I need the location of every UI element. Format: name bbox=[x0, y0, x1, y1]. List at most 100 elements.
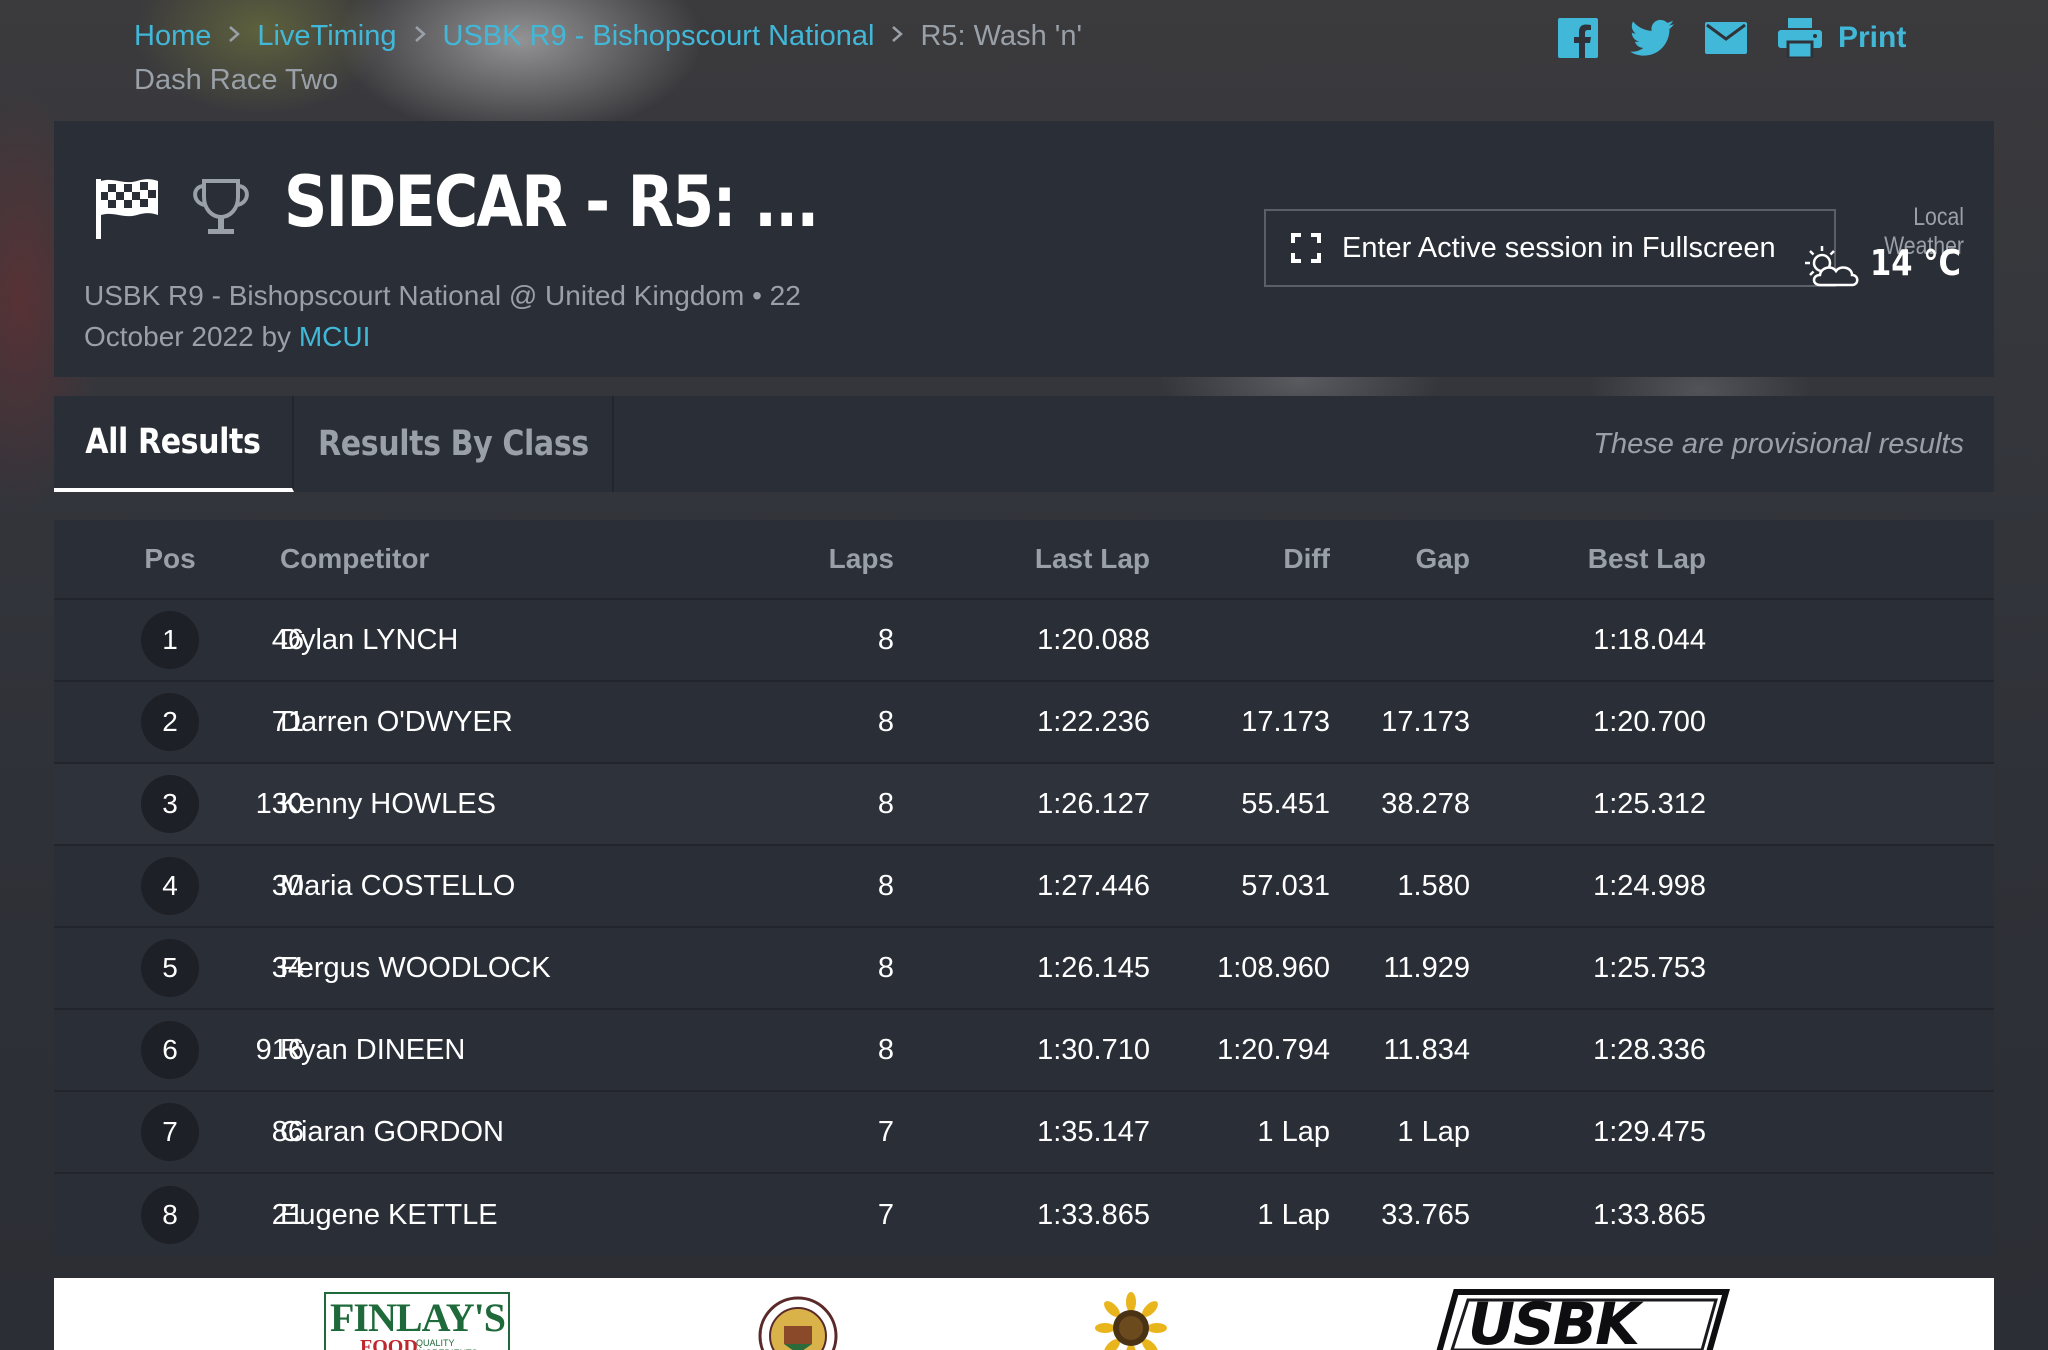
position-badge: 3 bbox=[141, 775, 199, 833]
trophy-icon bbox=[193, 179, 249, 234]
fullscreen-icon bbox=[1291, 233, 1321, 263]
best-lap: 1:18.044 bbox=[1593, 623, 1706, 656]
diff bbox=[1184, 600, 1330, 680]
tab-results-by-class-label: Results By Class bbox=[317, 424, 589, 464]
gap: 11.929 bbox=[1383, 951, 1470, 984]
competitor-name: Kenny HOWLES bbox=[280, 787, 496, 820]
diff: 57.031 bbox=[1241, 869, 1330, 902]
last-lap: 1:26.127 bbox=[1037, 787, 1150, 820]
competitor-name: Ryan DINEEN bbox=[280, 1033, 466, 1066]
finlays-food-logo[interactable]: FINLAY'S FOOD QUALITY INGREDIENTS bbox=[324, 1292, 510, 1350]
best-lap: 1:29.475 bbox=[1593, 1115, 1706, 1148]
table-row[interactable]: 2 71 Darren O'DWYER 8 1:22.236 17.173 17… bbox=[54, 682, 1994, 764]
best-lap: 1:25.312 bbox=[1593, 787, 1706, 820]
pos-cell: 2 bbox=[128, 682, 212, 762]
tab-all-results[interactable]: All Results bbox=[54, 396, 294, 492]
pos-cell: 7 bbox=[128, 1092, 212, 1172]
fullscreen-button[interactable]: Enter Active session in Fullscreen bbox=[1264, 209, 1836, 287]
table-row[interactable]: 1 46 Dylan LYNCH 8 1:20.088 1:18.044 bbox=[54, 600, 1994, 682]
competitor-name: Darren O'DWYER bbox=[280, 705, 513, 738]
gap: 1 Lap bbox=[1397, 1115, 1470, 1148]
gap bbox=[1354, 600, 1470, 680]
best-lap: 1:33.865 bbox=[1593, 1198, 1706, 1231]
table-row[interactable]: 7 86 Ciaran GORDON 7 1:35.147 1 Lap 1 La… bbox=[54, 1092, 1994, 1174]
finlays-logo-sub: FOOD bbox=[360, 1336, 418, 1350]
gap: 38.278 bbox=[1381, 787, 1470, 820]
results-table: Pos Competitor Laps Last Lap Diff Gap Be… bbox=[54, 520, 1994, 1256]
best-lap: 1:25.753 bbox=[1593, 951, 1706, 984]
chevron-right-icon bbox=[414, 26, 426, 43]
position-badge: 7 bbox=[141, 1103, 199, 1161]
results-tabs: All Results Results By Class These are p… bbox=[54, 396, 1994, 492]
header-best-lap[interactable]: Best Lap bbox=[1524, 520, 1706, 598]
tab-results-by-class[interactable]: Results By Class bbox=[294, 396, 614, 492]
partly-cloudy-icon bbox=[1805, 246, 1859, 287]
gap: 17.173 bbox=[1381, 705, 1470, 738]
twitter-icon[interactable] bbox=[1630, 16, 1674, 60]
share-bar: Print bbox=[1556, 14, 1906, 62]
table-row[interactable]: 5 34 Fergus WOODLOCK 8 1:26.145 1:08.960… bbox=[54, 928, 1994, 1010]
laps: 7 bbox=[877, 1198, 894, 1231]
weather-temperature: 14 °C bbox=[1870, 243, 1962, 284]
email-icon[interactable] bbox=[1704, 16, 1748, 60]
print-icon[interactable] bbox=[1778, 16, 1822, 60]
table-row[interactable]: 6 916 Ryan DINEEN 8 1:30.710 1:20.794 11… bbox=[54, 1010, 1994, 1092]
finlays-logo-tag: QUALITY INGREDIENTS bbox=[416, 1338, 478, 1350]
gap: 33.765 bbox=[1381, 1198, 1470, 1231]
chevron-right-icon bbox=[229, 26, 241, 43]
session-title: SIDECAR - R5: ... bbox=[284, 161, 819, 243]
position-badge: 5 bbox=[141, 939, 199, 997]
pos-cell: 5 bbox=[128, 928, 212, 1008]
diff: 1 Lap bbox=[1257, 1115, 1330, 1148]
breadcrumb-event[interactable]: USBK R9 - Bishopscourt National bbox=[443, 20, 875, 52]
gap: 11.834 bbox=[1383, 1033, 1470, 1066]
pos-cell: 8 bbox=[128, 1174, 212, 1256]
best-lap: 1:20.700 bbox=[1593, 705, 1706, 738]
fullscreen-label: Enter Active session in Fullscreen bbox=[1342, 231, 1776, 264]
laps: 8 bbox=[877, 705, 894, 738]
competitor-name: Eugene KETTLE bbox=[280, 1198, 498, 1231]
table-row[interactable]: 3 130 Kenny HOWLES 8 1:26.127 55.451 38.… bbox=[54, 764, 1994, 846]
print-link[interactable]: Print bbox=[1838, 21, 1906, 55]
gap: 1.580 bbox=[1397, 869, 1470, 902]
laps: 8 bbox=[877, 951, 894, 984]
session-meta-text: USBK R9 - Bishopscourt National @ United… bbox=[84, 280, 801, 352]
pos-cell: 6 bbox=[128, 1010, 212, 1090]
header-pos[interactable]: Pos bbox=[128, 520, 212, 598]
sponsor-bar: FINLAY'S FOOD QUALITY INGREDIENTS bbox=[54, 1278, 1994, 1350]
table-row[interactable]: 4 30 Maria COSTELLO 8 1:27.446 57.031 1.… bbox=[54, 846, 1994, 928]
diff: 1:20.794 bbox=[1217, 1033, 1330, 1066]
pos-cell: 1 bbox=[128, 600, 212, 680]
breadcrumb-home[interactable]: Home bbox=[134, 20, 211, 52]
header-gap[interactable]: Gap bbox=[1354, 520, 1470, 598]
chevron-right-icon bbox=[892, 26, 904, 43]
breadcrumb-livetiming[interactable]: LiveTiming bbox=[257, 20, 396, 52]
last-lap: 1:30.710 bbox=[1037, 1033, 1150, 1066]
header-diff[interactable]: Diff bbox=[1184, 520, 1330, 598]
author-link[interactable]: MCUI bbox=[299, 321, 371, 352]
table-row[interactable]: 8 21 Eugene KETTLE 7 1:33.865 1 Lap 33.7… bbox=[54, 1174, 1994, 1256]
laps: 8 bbox=[877, 623, 894, 656]
header-laps[interactable]: Laps bbox=[754, 520, 894, 598]
competitor-name: Fergus WOODLOCK bbox=[280, 951, 551, 984]
last-lap: 1:35.147 bbox=[1037, 1115, 1150, 1148]
hillsborough-crest-logo[interactable] bbox=[758, 1292, 838, 1350]
header-last-lap[interactable]: Last Lap bbox=[954, 520, 1150, 598]
position-badge: 8 bbox=[141, 1186, 199, 1244]
competitor-name: Maria COSTELLO bbox=[280, 869, 516, 902]
finlays-logo-text: FINLAY'S bbox=[330, 1295, 506, 1340]
diff: 1:08.960 bbox=[1217, 951, 1330, 984]
position-badge: 4 bbox=[141, 857, 199, 915]
usbk-logo-text: USBK bbox=[1468, 1290, 1640, 1350]
last-lap: 1:20.088 bbox=[1037, 623, 1150, 656]
usbk-logo[interactable]: USBK bbox=[1434, 1286, 1734, 1350]
best-lap: 1:24.998 bbox=[1593, 869, 1706, 902]
sunflower-logo[interactable] bbox=[1090, 1292, 1172, 1350]
last-lap: 1:26.145 bbox=[1037, 951, 1150, 984]
diff: 17.173 bbox=[1241, 705, 1330, 738]
breadcrumb: Home LiveTiming USBK R9 - Bishopscourt Nat… bbox=[134, 14, 1094, 102]
header-competitor[interactable]: Competitor bbox=[280, 520, 720, 598]
laps: 8 bbox=[877, 869, 894, 902]
facebook-icon[interactable] bbox=[1556, 16, 1600, 60]
laps: 7 bbox=[877, 1115, 894, 1148]
